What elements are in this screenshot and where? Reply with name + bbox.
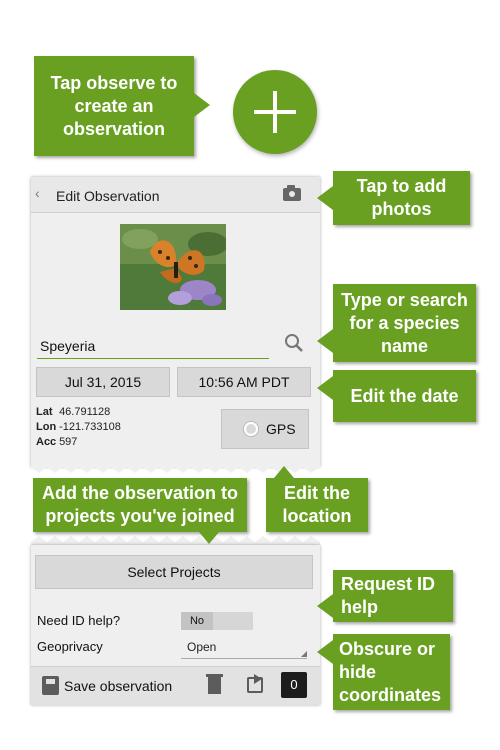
- geoprivacy-value: Open: [187, 640, 217, 654]
- callout-date: Edit the date: [317, 370, 476, 422]
- id-help-toggle-value: No: [181, 612, 213, 630]
- coordinates-readout: Lat 46.791128 Lon -121.733108 Acc 597: [36, 405, 121, 450]
- callout-arrow: [274, 466, 294, 478]
- callout-arrow: [317, 376, 333, 400]
- observation-count-badge[interactable]: 0: [281, 672, 307, 698]
- callout-photos-text: Tap to add photos: [356, 176, 447, 219]
- callout-arrow: [317, 329, 333, 353]
- trash-icon[interactable]: [206, 674, 223, 694]
- observation-photo[interactable]: [120, 224, 226, 310]
- dropdown-triangle-icon: [301, 651, 307, 657]
- lon-value: -121.733108: [59, 421, 121, 433]
- callout-species: Type or search for a species name: [317, 284, 476, 362]
- callout-location-text: Edit the location: [282, 483, 352, 526]
- species-input[interactable]: Speyeria: [37, 333, 269, 359]
- search-icon[interactable]: [284, 333, 304, 353]
- camera-icon[interactable]: [283, 185, 301, 201]
- lat-value: 46.791128: [59, 406, 111, 418]
- back-button[interactable]: ‹: [35, 185, 40, 201]
- app-header: ‹ Edit Observation: [31, 177, 320, 213]
- time-button[interactable]: 10:56 AM PDT: [177, 367, 311, 397]
- share-icon[interactable]: [247, 674, 263, 693]
- callout-arrow: [317, 594, 333, 618]
- edit-observation-panel: ‹ Edit Observation Speyeria Jul 31, 2015…: [31, 177, 320, 467]
- select-projects-button[interactable]: Select Projects: [35, 555, 313, 589]
- callout-arrow: [194, 93, 210, 117]
- callout-obscure: Obscure or hide coordinates: [317, 634, 450, 710]
- geoprivacy-select[interactable]: Open: [181, 639, 307, 659]
- callout-projects: Add the observation to projects you've j…: [33, 478, 247, 544]
- lon-label: Lon: [36, 421, 57, 433]
- callout-request-id-text: Request ID help: [341, 574, 436, 617]
- callout-observe-text: Tap observe to create an observation: [50, 72, 178, 139]
- acc-label: Acc: [36, 436, 57, 448]
- callout-species-text: Type or search for a species name: [341, 289, 468, 356]
- geoprivacy-label: Geoprivacy: [37, 639, 103, 654]
- gps-button[interactable]: GPS: [221, 409, 309, 449]
- id-help-toggle[interactable]: No: [181, 612, 253, 630]
- lat-label: Lat: [36, 406, 53, 418]
- acc-value: 597: [59, 436, 78, 448]
- callout-observe: Tap observe to create an observation: [34, 56, 210, 156]
- save-icon[interactable]: [42, 676, 59, 695]
- observation-settings-panel: Select Projects Need ID help? No Geopriv…: [31, 545, 320, 705]
- callout-arrow: [317, 640, 333, 664]
- callout-arrow: [199, 532, 219, 544]
- gps-label: GPS: [266, 421, 296, 437]
- callout-projects-text: Add the observation to projects you've j…: [41, 483, 238, 526]
- id-help-label: Need ID help?: [37, 613, 121, 628]
- footer-toolbar: Save observation 0: [31, 666, 320, 705]
- callout-obscure-text: Obscure or hide coordinates: [339, 638, 442, 705]
- callout-date-text: Edit the date: [350, 385, 459, 406]
- callout-request-id: Request ID help: [317, 570, 453, 622]
- plus-icon-vertical: [273, 91, 277, 133]
- species-input-value: Speyeria: [40, 338, 96, 354]
- callout-photos: Tap to add photos: [317, 171, 470, 225]
- butterfly-photo: [120, 224, 226, 310]
- observe-button[interactable]: [233, 70, 317, 154]
- callout-arrow: [317, 186, 333, 210]
- save-observation-button[interactable]: Save observation: [64, 678, 172, 694]
- date-button[interactable]: Jul 31, 2015: [36, 367, 170, 397]
- page-title: Edit Observation: [56, 188, 160, 204]
- crosshair-icon: [244, 422, 258, 436]
- callout-location: Edit the location: [266, 466, 368, 532]
